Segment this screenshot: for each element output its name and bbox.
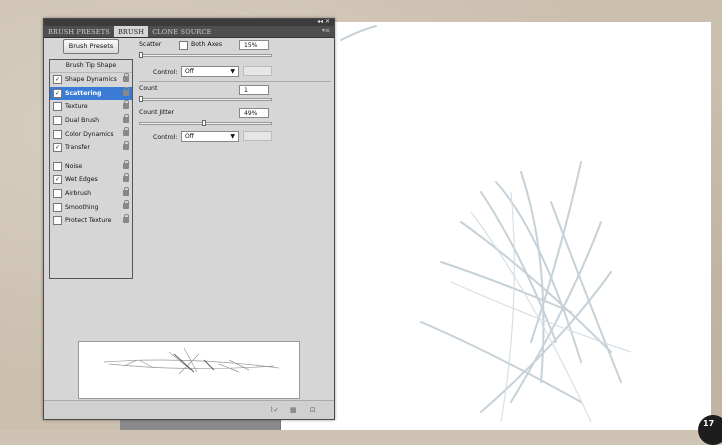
brush-option-noise[interactable]: Noise	[50, 159, 132, 174]
option-checkbox[interactable]: ✓	[53, 88, 62, 98]
count-jitter-label: Count Jitter	[139, 109, 175, 116]
count-jitter-slider-thumb[interactable]	[202, 120, 207, 126]
brush-option-protect-texture[interactable]: Protect Texture	[50, 213, 132, 228]
grid-icon[interactable]: ▦	[290, 406, 297, 414]
brush-strokes	[340, 25, 632, 423]
brush-option-dual-brush[interactable]: Dual Brush	[50, 113, 132, 128]
brush-option-texture[interactable]: Texture	[50, 100, 132, 114]
section-divider	[139, 81, 331, 82]
option-label: Texture	[65, 103, 88, 111]
tab-brush-presets[interactable]: BRUSH PRESETS	[44, 26, 114, 37]
lock-icon[interactable]	[123, 113, 129, 123]
document-canvas[interactable]	[280, 22, 711, 430]
option-checkbox[interactable]: ✓	[53, 75, 62, 85]
option-label: Noise	[65, 162, 83, 170]
count-jitter-control-field	[243, 131, 272, 141]
lock-icon[interactable]	[123, 200, 129, 210]
option-checkbox[interactable]	[53, 202, 62, 212]
count-label: Count	[139, 85, 158, 92]
count-value-field[interactable]: 1	[239, 85, 269, 95]
option-checkbox[interactable]	[53, 161, 62, 171]
count-jitter-control-value: Off	[185, 133, 194, 140]
count-slider-thumb[interactable]	[139, 96, 143, 102]
count-jitter-value-field[interactable]: 49%	[239, 108, 269, 118]
scatter-control-label: Control:	[153, 69, 178, 76]
lock-icon[interactable]	[123, 186, 129, 196]
brush-option-smoothing[interactable]: Smoothing	[50, 200, 132, 214]
both-axes-label: Both Axes	[191, 41, 223, 48]
brush-tip-shape-item[interactable]: Brush Tip Shape	[50, 60, 132, 73]
brush-stroke-preview	[78, 341, 300, 399]
option-label: Color Dynamics	[65, 130, 114, 138]
lock-icon[interactable]	[123, 213, 129, 223]
stroke-preview-graphic	[103, 347, 280, 375]
scatter-control-value: Off	[185, 68, 194, 75]
brush-option-color-dynamics[interactable]: Color Dynamics	[50, 127, 132, 141]
scatter-slider-thumb[interactable]	[139, 52, 143, 58]
count-slider[interactable]	[139, 98, 272, 101]
both-axes-checkbox[interactable]	[179, 41, 188, 50]
scatter-control-select[interactable]: Off ▼	[181, 66, 239, 77]
brush-presets-button[interactable]: Brush Presets	[63, 39, 119, 54]
panel-titlebar[interactable]: ◂◂ ✕	[44, 18, 334, 26]
brush-option-wet-edges[interactable]: ✓ Wet Edges	[50, 173, 132, 187]
lock-icon[interactable]	[123, 73, 129, 82]
count-jitter-control-label: Control:	[153, 134, 178, 141]
brush-icon[interactable]: ⌇✓	[270, 406, 279, 414]
chevron-down-icon: ▼	[230, 133, 235, 140]
brush-option-scattering[interactable]: ✓ Scattering	[50, 86, 132, 101]
lock-icon[interactable]	[123, 140, 129, 150]
scatter-label: Scatter	[139, 41, 162, 48]
option-label: Wet Edges	[65, 176, 98, 184]
scatter-value-field[interactable]: 15%	[239, 40, 269, 50]
brush-options-list: Brush Tip Shape ✓ Shape Dynamics ✓ Scatteri…	[49, 59, 133, 279]
scatter-slider[interactable]	[139, 54, 272, 57]
option-checkbox[interactable]	[53, 189, 62, 199]
brush-panel: ◂◂ ✕ BRUSH PRESETS BRUSH CLONE SOURCE ▾≡…	[43, 18, 335, 420]
collapse-close-icon[interactable]: ◂◂ ✕	[317, 18, 330, 26]
tab-brush[interactable]: BRUSH	[113, 26, 149, 37]
brush-option-shape-dynamics[interactable]: ✓ Shape Dynamics	[50, 73, 132, 87]
option-checkbox[interactable]	[53, 116, 62, 126]
option-label: Shape Dynamics	[65, 76, 117, 84]
option-label: Transfer	[65, 144, 90, 152]
panel-menu-icon[interactable]: ▾≡	[322, 27, 330, 34]
panel-bottom-bar: ⌇✓ ▦ ⊡	[44, 400, 334, 419]
panel-tabbar: BRUSH PRESETS BRUSH CLONE SOURCE ▾≡	[44, 26, 334, 38]
option-checkbox[interactable]	[53, 216, 62, 226]
option-checkbox[interactable]: ✓	[53, 143, 62, 153]
option-checkbox[interactable]	[53, 129, 62, 139]
lock-icon[interactable]	[123, 100, 129, 110]
brush-options-column: Brush Presets Brush Tip Shape ✓ Shape Dyn…	[49, 39, 133, 279]
option-label: Protect Texture	[65, 217, 112, 225]
options-rows: ✓ Shape Dynamics ✓ Scattering Texture Dual Br…	[50, 73, 132, 228]
option-label: Dual Brush	[65, 117, 100, 125]
option-checkbox[interactable]: ✓	[53, 175, 62, 185]
option-label: Smoothing	[65, 203, 99, 211]
option-label: Scattering	[65, 89, 102, 97]
count-jitter-control-select[interactable]: Off ▼	[181, 131, 239, 142]
lock-icon[interactable]	[123, 173, 129, 183]
lock-icon[interactable]	[123, 159, 129, 169]
brush-option-transfer[interactable]: ✓ Transfer	[50, 140, 132, 155]
page-number-badge: 17	[698, 415, 722, 445]
tab-clone-source[interactable]: CLONE SOURCE	[148, 26, 215, 37]
lock-icon[interactable]	[123, 127, 129, 137]
option-checkbox[interactable]	[53, 102, 62, 112]
chevron-down-icon: ▼	[230, 68, 235, 75]
brush-option-airbrush[interactable]: Airbrush	[50, 186, 132, 201]
trash-icon[interactable]: ⊡	[310, 406, 316, 414]
option-label: Airbrush	[65, 190, 92, 198]
lock-icon[interactable]	[123, 86, 129, 96]
scatter-control-field	[243, 66, 272, 76]
